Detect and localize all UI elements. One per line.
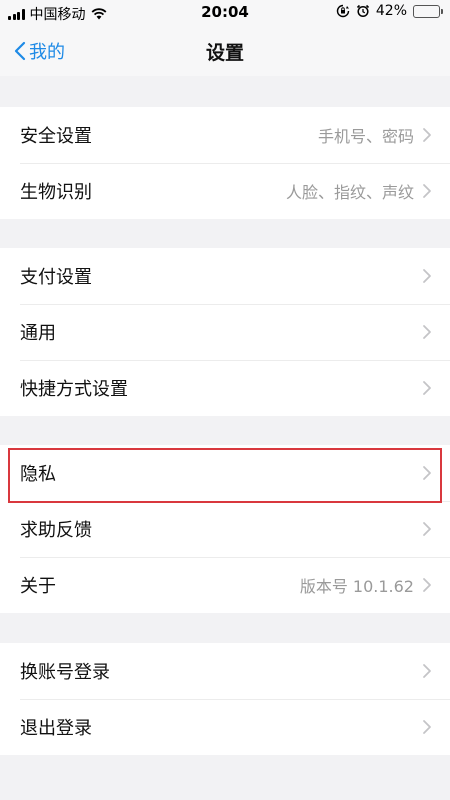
settings-item-label: 退出登录	[20, 718, 92, 739]
status-bar: 中国移动 20:04 42%	[0, 0, 450, 26]
status-right: 42%	[336, 3, 443, 19]
settings-item-general[interactable]: 通用	[0, 304, 450, 360]
chevron-right-icon	[423, 128, 431, 142]
chevron-right-icon	[423, 522, 431, 536]
chevron-right-icon	[423, 325, 431, 339]
settings-item-help-feedback[interactable]: 求助反馈	[0, 501, 450, 557]
settings-item-biometrics[interactable]: 生物识别 人脸、指纹、声纹	[0, 163, 450, 219]
settings-item-label: 生物识别	[20, 182, 92, 203]
settings-item-label: 支付设置	[20, 267, 92, 288]
settings-item-label: 通用	[20, 323, 56, 344]
settings-item-privacy[interactable]: 隐私	[0, 445, 450, 501]
settings-item-value: 人脸、指纹、声纹	[285, 183, 414, 202]
settings-group-privacy: 隐私 求助反馈 关于 版本号 10.1.62	[0, 445, 450, 613]
settings-item-label: 隐私	[20, 464, 56, 485]
settings-item-label: 安全设置	[20, 126, 92, 147]
chevron-right-icon	[423, 466, 431, 480]
settings-group-session: 换账号登录 退出登录	[0, 643, 450, 755]
settings-item-value: 手机号、密码	[317, 127, 414, 146]
chevron-right-icon	[423, 269, 431, 283]
chevron-right-icon	[423, 664, 431, 678]
chevron-right-icon	[423, 720, 431, 734]
chevron-right-icon	[423, 184, 431, 198]
orientation-lock-icon	[336, 4, 350, 18]
settings-item-value: 版本号 10.1.62	[299, 577, 414, 596]
settings-item-label: 快捷方式设置	[20, 379, 128, 400]
settings-item-label: 关于	[20, 576, 56, 597]
alarm-icon	[356, 4, 369, 18]
settings-item-logout[interactable]: 退出登录	[0, 699, 450, 755]
settings-item-security[interactable]: 安全设置 手机号、密码	[0, 107, 450, 163]
page-title: 设置	[205, 42, 244, 64]
settings-item-label: 求助反馈	[20, 520, 92, 541]
settings-group-account: 安全设置 手机号、密码 生物识别 人脸、指纹、声纹	[0, 107, 450, 219]
settings-item-payment[interactable]: 支付设置	[0, 248, 450, 304]
settings-item-shortcuts[interactable]: 快捷方式设置	[0, 360, 450, 416]
settings-item-switch-account[interactable]: 换账号登录	[0, 643, 450, 699]
settings-item-label: 换账号登录	[20, 662, 110, 683]
settings-group-general: 支付设置 通用 快捷方式设置	[0, 248, 450, 416]
battery-percent: 42%	[375, 3, 407, 19]
settings-item-about[interactable]: 关于 版本号 10.1.62	[0, 557, 450, 613]
chevron-right-icon	[423, 381, 431, 395]
battery-icon	[413, 4, 443, 18]
navigation-bar: 我的 设置	[0, 26, 450, 76]
chevron-right-icon	[423, 578, 431, 592]
